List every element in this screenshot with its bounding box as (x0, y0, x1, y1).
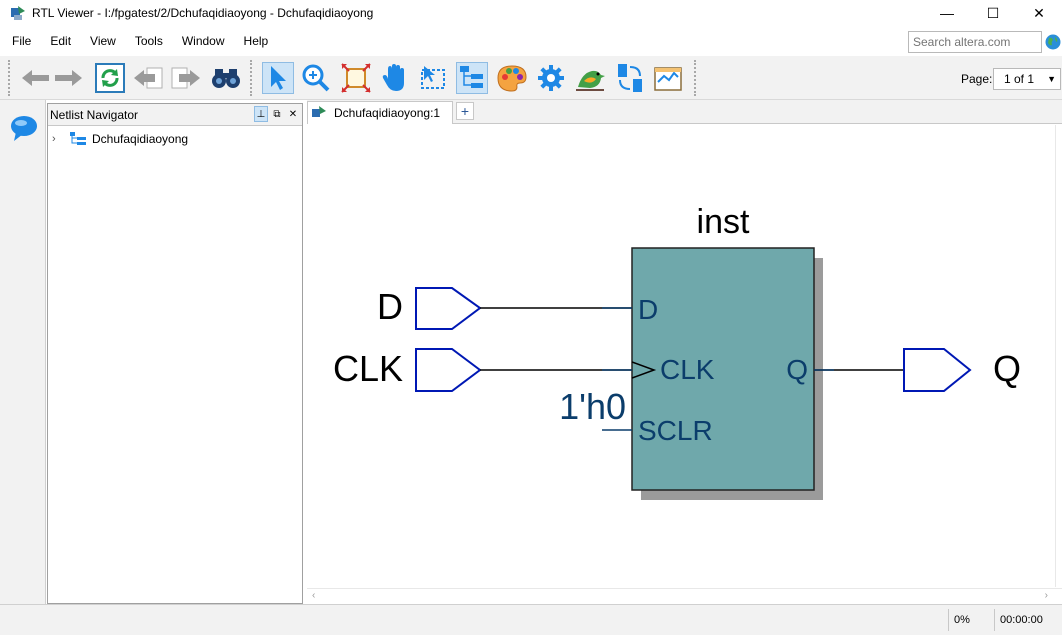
back-button[interactable] (20, 62, 52, 94)
toolbar-grip[interactable] (8, 60, 12, 96)
port-sclr-label: SCLR (638, 415, 713, 446)
netlist-navigator-title: Netlist Navigator (50, 107, 139, 122)
bird-icon (576, 70, 605, 91)
port-clk-label: CLK (660, 354, 715, 385)
bird-tool-button[interactable] (574, 62, 606, 94)
previous-page-button[interactable] (132, 62, 164, 94)
menu-edit[interactable]: Edit (38, 34, 78, 48)
color-settings-button[interactable] (496, 62, 528, 94)
forward-button[interactable] (52, 62, 84, 94)
next-page-icon (171, 67, 200, 89)
output-q-port[interactable] (903, 348, 972, 392)
page-label: Page: (961, 72, 993, 86)
float-panel-icon[interactable]: ⧉ (270, 106, 284, 122)
chevron-down-icon: ▼ (1047, 74, 1056, 84)
menu-tools[interactable]: Tools (123, 34, 170, 48)
menu-help[interactable]: Help (232, 34, 276, 48)
back-arrow-icon (22, 70, 49, 86)
tab-schematic[interactable]: Dchufaqidiaoyong:1 (307, 101, 453, 124)
progress-percent: 0% (948, 609, 994, 631)
page-select[interactable]: 1 of 1 ▼ (993, 68, 1061, 90)
hierarchy-icon (460, 66, 483, 88)
settings-button[interactable] (535, 62, 567, 94)
schematic-canvas[interactable]: inst D CLK 1'h0 D CLK SCLR Q Q (307, 125, 1055, 587)
input-clk-port[interactable] (415, 348, 482, 392)
pointer-icon (271, 66, 286, 90)
binoculars-icon (212, 69, 240, 88)
input-clk-label: CLK (333, 348, 403, 389)
fit-to-window-icon (341, 63, 371, 93)
constant-value: 1'h0 (559, 386, 626, 427)
export-button[interactable] (652, 62, 684, 94)
document-icon (654, 67, 682, 91)
tree-item-root[interactable]: › Dchufaqidiaoyong (52, 132, 188, 146)
output-q-label: Q (993, 348, 1021, 389)
search-input[interactable] (908, 31, 1042, 53)
sync-icon (618, 64, 642, 92)
find-button[interactable] (210, 62, 242, 94)
menu-file[interactable]: File (0, 34, 38, 48)
globe-icon[interactable] (1045, 34, 1061, 50)
left-tool-strip (0, 100, 46, 635)
netlist-navigator-header: Netlist Navigator ⊥ ⧉ ✕ (48, 104, 302, 126)
toolbar-grip-2[interactable] (250, 60, 254, 96)
scroll-right-icon[interactable]: › (1045, 590, 1048, 601)
hierarchy-toggle-button[interactable] (456, 62, 488, 94)
page-select-value: 1 of 1 (1004, 72, 1035, 86)
elapsed-time: 00:00:00 (994, 609, 1054, 631)
refresh-button[interactable] (94, 62, 126, 94)
tree-item-label: Dchufaqidiaoyong (92, 132, 189, 146)
tab-schematic-label: Dchufaqidiaoyong:1 (334, 106, 441, 120)
status-bar: 0% 00:00:00 (0, 604, 1062, 635)
gear-icon (538, 65, 564, 91)
input-d-label: D (377, 286, 403, 327)
next-page-button[interactable] (170, 62, 202, 94)
pin-icon[interactable]: ⊥ (254, 106, 268, 122)
rtl-sync-button[interactable] (614, 62, 646, 94)
refresh-icon (95, 63, 125, 93)
menu-bar: File Edit View Tools Window Help (0, 30, 1062, 53)
area-select-icon (421, 66, 445, 89)
vertical-scrollbar[interactable] (1055, 125, 1062, 587)
previous-page-icon (134, 67, 163, 89)
window-title: RTL Viewer - I:/fpgatest/2/Dchufaqidiaoy… (32, 6, 374, 20)
rtl-viewer-icon (11, 6, 25, 20)
fit-window-button[interactable] (340, 62, 372, 94)
selection-tool-button[interactable] (262, 62, 294, 94)
zoom-in-icon (302, 64, 330, 92)
chevron-right-icon[interactable]: › (52, 133, 64, 145)
add-tab-button[interactable]: + (456, 102, 474, 120)
chat-bubble-icon[interactable] (10, 114, 38, 142)
schematic-diagram: inst D CLK 1'h0 D CLK SCLR Q Q (333, 203, 1021, 500)
toolbar: Page: 1 of 1 ▼ (0, 56, 1062, 100)
scroll-left-icon[interactable]: ‹ (312, 590, 315, 601)
port-q-label: Q (786, 354, 808, 385)
area-select-button[interactable] (418, 62, 450, 94)
input-d-port[interactable] (415, 287, 482, 330)
maximize-button[interactable]: ☐ (970, 0, 1016, 26)
zoom-tool-button[interactable] (300, 62, 332, 94)
menu-view[interactable]: View (78, 34, 123, 48)
minimize-button[interactable]: — (924, 0, 970, 26)
forward-arrow-icon (55, 70, 82, 86)
netlist-navigator-panel: Netlist Navigator ⊥ ⧉ ✕ › Dchufaqidiaoyo… (47, 103, 303, 604)
close-panel-icon[interactable]: ✕ (286, 106, 300, 122)
title-bar: RTL Viewer - I:/fpgatest/2/Dchufaqidiaoy… (0, 0, 1062, 26)
horizontal-scrollbar[interactable]: ‹ › (307, 588, 1062, 604)
instance-name: inst (697, 203, 750, 241)
port-d-label: D (638, 294, 658, 325)
menu-window[interactable]: Window (170, 34, 232, 48)
rtl-viewer-tab-icon (312, 106, 326, 117)
close-button[interactable]: ✕ (1016, 0, 1062, 26)
hand-icon (382, 64, 404, 91)
hand-tool-button[interactable] (380, 62, 412, 94)
palette-icon (497, 65, 527, 92)
hierarchy-node-icon (70, 132, 86, 145)
document-tab-strip: Dchufaqidiaoyong:1 + (307, 100, 1062, 124)
toolbar-grip-3[interactable] (694, 60, 698, 96)
